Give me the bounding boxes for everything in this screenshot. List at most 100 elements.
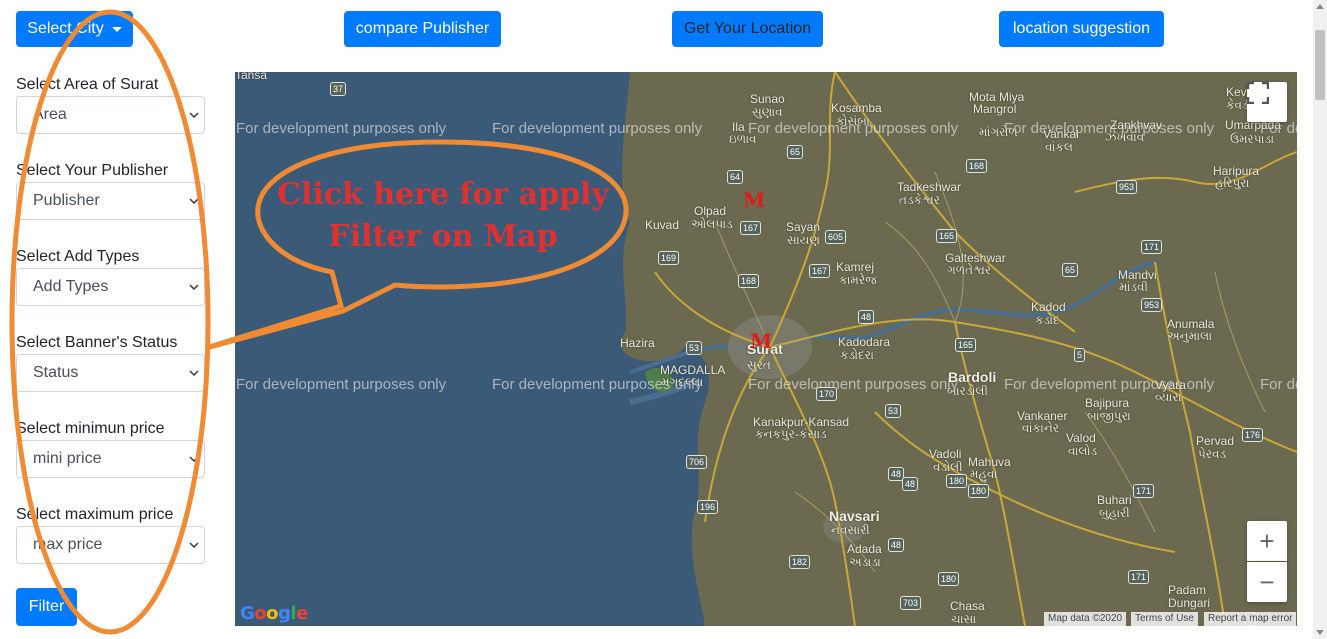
highway-shield: 180 xyxy=(946,474,968,488)
place-label: Kadodara xyxy=(838,335,891,349)
scroll-down-icon[interactable] xyxy=(1316,630,1324,635)
highway-shield: 48 xyxy=(888,538,905,552)
scrollbar-thumb[interactable] xyxy=(1315,30,1325,100)
place-label: Tadkeshwar xyxy=(897,180,962,194)
place-label: Bardoli xyxy=(948,369,997,385)
highway-shield: 953 xyxy=(1116,180,1138,194)
place-label: મગદલ્લા xyxy=(661,375,704,389)
place-label: Buhari xyxy=(1097,493,1132,507)
publisher-select[interactable]: Publisher xyxy=(16,182,205,220)
highway-shield: 53 xyxy=(686,341,703,355)
filter-button[interactable]: Filter xyxy=(16,588,77,626)
highway-shield: 165 xyxy=(955,338,977,352)
place-label: Olpad xyxy=(694,204,727,218)
add-types-label: Select Add Types xyxy=(16,248,140,265)
highway-shield: 168 xyxy=(738,274,760,288)
watermark-text: For development purposes only xyxy=(748,376,959,393)
place-label: કડોદરા xyxy=(840,348,874,362)
caret-down-icon xyxy=(111,26,122,32)
highway-shield: 48 xyxy=(902,477,919,491)
place-label: બાજીપુરા xyxy=(1087,409,1131,423)
fullscreen-button[interactable] xyxy=(1247,82,1287,122)
zoom-in-button[interactable]: + xyxy=(1247,521,1287,561)
highway-shield: 5 xyxy=(1074,348,1086,362)
highway-shield: 169 xyxy=(658,251,680,265)
place-label: માંગરોળ xyxy=(979,125,1018,139)
place-label: Vadoli xyxy=(929,447,962,461)
watermark-text: For development purposes only xyxy=(492,120,703,137)
chevron-down-icon xyxy=(188,355,200,391)
place-label: માંડવી xyxy=(1119,280,1148,294)
place-label: ઝંખવાવ xyxy=(1105,130,1145,144)
place-label: વ્યારા xyxy=(1155,390,1182,404)
place-label: પેરવડ xyxy=(1198,447,1227,461)
highway-shield: 953 xyxy=(1141,298,1163,312)
fullscreen-icon xyxy=(1247,82,1269,104)
highway-shield: 176 xyxy=(1242,428,1264,442)
status-select[interactable]: Status xyxy=(16,354,205,392)
place-label: Valod xyxy=(1066,431,1096,445)
highway-shield: 196 xyxy=(697,500,719,514)
location-suggestion-button[interactable]: location suggestion xyxy=(999,11,1164,47)
place-label: Kadod xyxy=(1031,300,1066,314)
highway-shield: 170 xyxy=(816,387,838,401)
place-label: ઓલપાડ xyxy=(691,217,733,231)
chevron-down-icon xyxy=(188,97,200,133)
select-city-dropdown[interactable]: Select City xyxy=(16,11,133,47)
map-marker[interactable]: M xyxy=(743,188,765,212)
chevron-down-icon xyxy=(188,183,200,219)
report-map-error-link[interactable]: Report a map error xyxy=(1204,612,1297,626)
highway-shield: 171 xyxy=(1141,240,1163,254)
min-price-label: Select minimun price xyxy=(16,420,165,437)
place-label: ચાસા xyxy=(951,612,977,626)
place-label: ગળતેશ્વર xyxy=(947,263,991,277)
place-label: Kamrej xyxy=(836,260,875,274)
min-price-select[interactable]: mini price xyxy=(16,440,205,478)
place-label: Sunao xyxy=(750,92,785,106)
status-select-value: Status xyxy=(33,364,79,381)
highway-shield: 180 xyxy=(968,484,990,498)
place-label: Kuvad xyxy=(645,218,680,232)
watermark-text: For development purposes only xyxy=(1260,376,1297,393)
watermark-text: For development purposes only xyxy=(236,120,447,137)
area-select[interactable]: Area xyxy=(16,96,205,134)
place-label: સુણાવ xyxy=(752,105,783,119)
map-canvas[interactable]: For development purposes only For develo… xyxy=(235,72,1297,626)
place-label: Navsari xyxy=(829,508,880,524)
map-data-attribution: Map data ©2020 xyxy=(1044,612,1127,626)
place-label: Tansa xyxy=(235,72,268,82)
highway-shield: 65 xyxy=(787,145,804,159)
publisher-select-value: Publisher xyxy=(33,192,100,209)
highway-shield: 65 xyxy=(1062,263,1079,277)
watermark-text: For development purposes only xyxy=(236,376,447,393)
page-scrollbar[interactable] xyxy=(1313,0,1327,639)
place-label: કનકપુર-કંસાડ xyxy=(755,427,827,441)
max-price-select[interactable]: max price xyxy=(16,526,205,564)
place-label: Bajipura xyxy=(1085,396,1130,410)
place-label: અડાડા xyxy=(849,555,881,569)
highway-shield: 180 xyxy=(938,572,960,586)
get-location-button[interactable]: Get Your Location xyxy=(672,11,823,47)
place-label: સુરત xyxy=(747,358,771,372)
max-price-select-value: max price xyxy=(33,536,103,553)
highway-shield: 53 xyxy=(885,404,902,418)
place-label: બારડોલી xyxy=(947,384,988,398)
place-label: અનુમાલા xyxy=(1167,329,1213,343)
terms-of-use-link[interactable]: Terms of Use xyxy=(1131,612,1198,626)
chevron-down-icon xyxy=(188,527,200,563)
highway-shield: 48 xyxy=(858,310,875,324)
add-types-select[interactable]: Add Types xyxy=(16,268,205,306)
min-price-select-value: mini price xyxy=(33,450,102,467)
highway-shield: 182 xyxy=(789,555,811,569)
place-label: સાયણ xyxy=(787,233,820,247)
scroll-up-icon[interactable] xyxy=(1316,4,1324,9)
highway-shield: 167 xyxy=(809,264,831,278)
place-label: કામરેજ xyxy=(839,273,877,287)
zoom-out-button[interactable]: − xyxy=(1247,562,1287,602)
chevron-down-icon xyxy=(188,441,200,477)
place-label: વાંકાનેર xyxy=(1022,421,1059,435)
map-marker[interactable]: M xyxy=(750,329,772,353)
place-label: Chasa xyxy=(950,599,985,613)
compare-publisher-button[interactable]: compare Publisher xyxy=(344,11,501,47)
add-types-select-value: Add Types xyxy=(33,278,109,295)
